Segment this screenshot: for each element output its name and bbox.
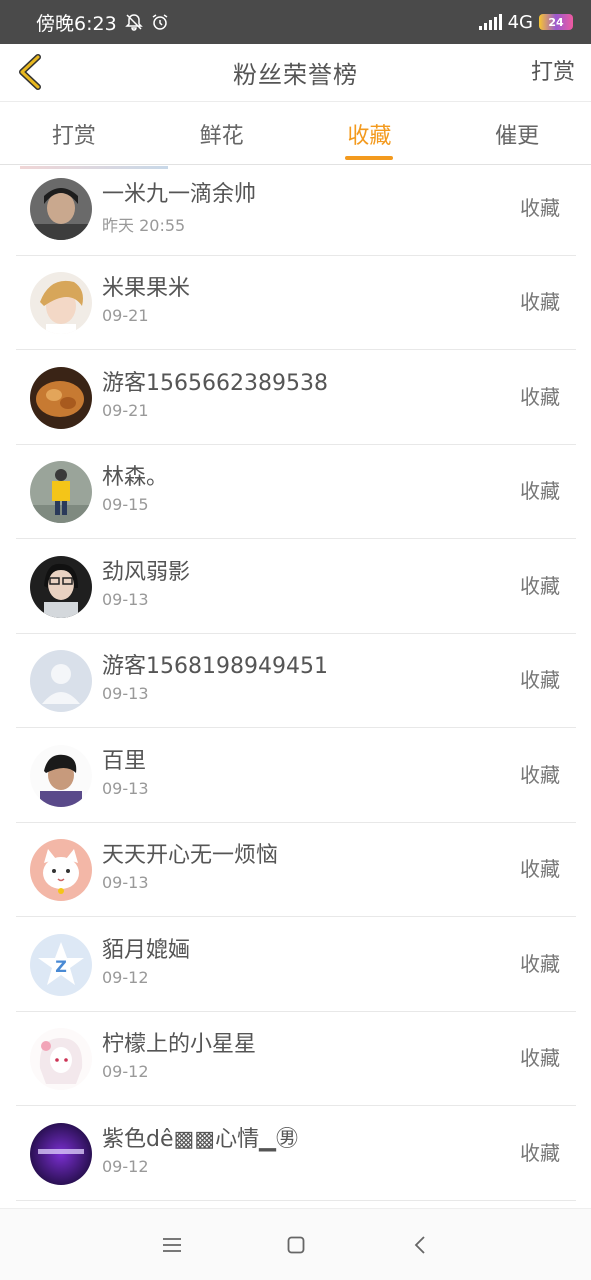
avatar[interactable]	[30, 367, 92, 429]
alarm-icon	[152, 14, 168, 30]
list-item[interactable]: 游客1568198949451 09-13 收藏	[16, 634, 576, 728]
list-item[interactable]: 林森。 09-15 收藏	[16, 445, 576, 539]
action-time: 09-12	[102, 1062, 149, 1081]
user-name: 林森。	[102, 465, 169, 490]
tab-favorites[interactable]: 收藏	[296, 103, 444, 164]
user-name: 百里	[102, 749, 147, 774]
user-name: 紫色dê▩▩心情▁㊚	[102, 1127, 298, 1152]
page-title: 粉丝荣誉榜	[233, 61, 358, 89]
fan-list[interactable]: 一米九一滴余帅 昨天 20:55 收藏 米果果米 09-21 收藏 游客1565…	[0, 166, 591, 1208]
back-arrow-icon	[19, 54, 41, 90]
tab-urge-update[interactable]: 催更	[443, 103, 591, 164]
list-item[interactable]: 紫色dê▩▩心情▁㊚ 09-12 收藏	[16, 1107, 576, 1201]
user-name: 米果果米	[102, 276, 191, 301]
signal-icon	[478, 14, 502, 30]
action-tag: 收藏	[520, 857, 560, 881]
action-tag: 收藏	[520, 290, 560, 314]
qq-logo-icon[interactable]: Z	[30, 934, 92, 996]
nav-bar: 粉丝荣誉榜 打赏	[0, 44, 591, 102]
list-item[interactable]: Z 貊月媲婳 09-12 收藏	[16, 918, 576, 1012]
user-name: 游客1565662389538	[102, 371, 328, 396]
avatar[interactable]	[30, 272, 92, 334]
status-bar: 傍晚6:23 4G 24	[0, 0, 591, 44]
tab-flowers[interactable]: 鲜花	[148, 103, 296, 164]
list-item[interactable]: 一米九一滴余帅 昨天 20:55 收藏	[16, 166, 576, 256]
reward-button[interactable]: 打赏	[531, 44, 575, 102]
svg-text:Z: Z	[55, 957, 67, 976]
action-time: 09-13	[102, 779, 149, 798]
avatar[interactable]	[30, 1123, 92, 1185]
cat-avatar-icon[interactable]	[30, 839, 92, 901]
action-time: 09-13	[102, 684, 149, 703]
action-tag: 收藏	[520, 763, 560, 787]
list-item[interactable]: 柠檬上的小星星 09-12 收藏	[16, 1012, 576, 1106]
action-time: 昨天 20:55	[102, 216, 186, 235]
user-name: 一米九一滴余帅	[102, 182, 257, 207]
action-time: 09-15	[102, 495, 149, 514]
list-item[interactable]: 天天开心无一烦恼 09-13 收藏	[16, 823, 576, 917]
action-tag: 收藏	[520, 1046, 560, 1070]
user-name: 游客1568198949451	[102, 654, 328, 679]
avatar[interactable]	[30, 1028, 92, 1090]
system-nav-bar	[0, 1208, 591, 1280]
action-tag: 收藏	[520, 385, 560, 409]
tab-reward[interactable]: 打赏	[0, 103, 148, 164]
home-button[interactable]	[282, 1231, 310, 1259]
action-tag: 收藏	[520, 1141, 560, 1165]
user-name: 劲风弱影	[102, 560, 191, 585]
list-item[interactable]: 劲风弱影 09-13 收藏	[16, 540, 576, 634]
back-button[interactable]	[12, 52, 48, 92]
home-square-icon	[287, 1236, 304, 1253]
mute-bell-icon	[124, 14, 143, 31]
user-name: 天天开心无一烦恼	[102, 843, 279, 868]
action-tag: 收藏	[520, 196, 560, 220]
action-tag: 收藏	[520, 952, 560, 976]
default-user-icon[interactable]	[30, 650, 92, 712]
action-time: 09-12	[102, 1157, 149, 1176]
list-item[interactable]: 百里 09-13 收藏	[16, 729, 576, 823]
action-time: 09-12	[102, 968, 149, 987]
action-time: 09-21	[102, 306, 149, 325]
system-back-button[interactable]	[406, 1231, 434, 1259]
battery-icon: 24	[539, 14, 573, 30]
battery-level: 24	[548, 15, 564, 29]
menu-button[interactable]	[158, 1231, 186, 1259]
action-tag: 收藏	[520, 479, 560, 503]
action-time: 09-13	[102, 590, 149, 609]
avatar[interactable]	[30, 461, 92, 523]
status-time: 傍晚6:23	[36, 12, 117, 35]
action-time: 09-21	[102, 401, 149, 420]
action-tag: 收藏	[520, 574, 560, 598]
network-type: 4G	[507, 11, 533, 33]
menu-icon	[162, 1237, 181, 1252]
action-time: 09-13	[102, 873, 149, 892]
back-chevron-icon	[414, 1235, 425, 1254]
list-item[interactable]: 游客1565662389538 09-21 收藏	[16, 351, 576, 445]
user-name: 貊月媲婳	[102, 938, 191, 963]
tab-bar: 打赏 鲜花 收藏 催更	[0, 103, 591, 165]
avatar[interactable]	[30, 556, 92, 618]
user-name: 柠檬上的小星星	[102, 1032, 257, 1057]
list-item[interactable]: 米果果米 09-21 收藏	[16, 256, 576, 350]
avatar[interactable]	[30, 745, 92, 807]
avatar[interactable]	[30, 178, 92, 240]
action-tag: 收藏	[520, 668, 560, 692]
